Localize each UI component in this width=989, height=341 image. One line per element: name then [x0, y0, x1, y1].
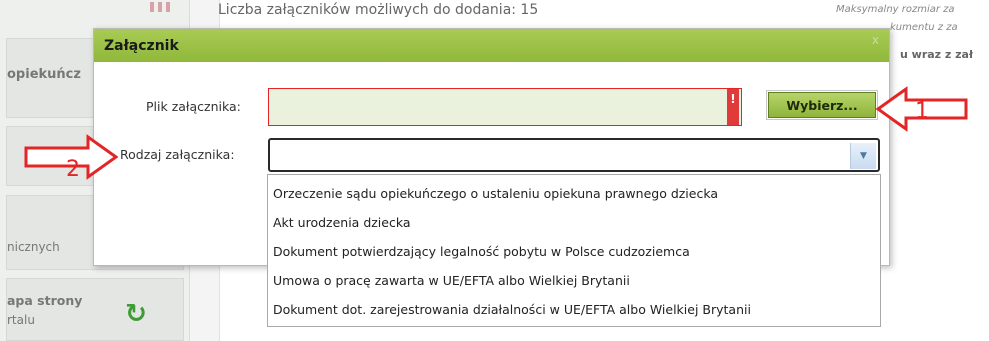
- dropdown-option[interactable]: Orzeczenie sądu opiekuńczego o ustaleniu…: [268, 179, 880, 208]
- type-label: Rodzaj załącznika:: [120, 147, 235, 162]
- dropdown-option[interactable]: Dokument dot. zarejestrowania działalnoś…: [268, 295, 880, 324]
- dialog-header: Załącznik x: [94, 29, 889, 62]
- chevron-down-icon[interactable]: ▼: [850, 143, 876, 169]
- attachment-type-dropdown: Orzeczenie sądu opiekuńczego o ustaleniu…: [267, 174, 881, 327]
- close-icon[interactable]: x: [872, 33, 879, 47]
- annotation-number-2: 2: [66, 157, 80, 182]
- attachment-type-select[interactable]: ▼: [268, 138, 880, 172]
- dropdown-option[interactable]: Umowa o pracę zawarta w UE/EFTA albo Wie…: [268, 266, 880, 295]
- attachments-count-label: Liczba załączników możliwych do dodania:…: [218, 2, 539, 18]
- max-size-note-2: kumentu z za: [890, 22, 958, 33]
- sidebar-item-label: nicznych: [7, 240, 60, 254]
- sidebar-item-label-2: rtalu: [7, 313, 35, 327]
- progress-bars-decoration: [150, 2, 180, 12]
- file-input[interactable]: [268, 88, 742, 126]
- file-label: Plik załącznika:: [146, 99, 241, 114]
- refresh-icon[interactable]: ↻: [122, 300, 150, 328]
- sidebar-item-label: apa strony: [7, 293, 83, 308]
- dropdown-option[interactable]: Akt urodzenia dziecka: [268, 208, 880, 237]
- sidebar-item-sitemap[interactable]: apa strony rtalu: [6, 278, 184, 341]
- error-icon: !: [727, 89, 739, 125]
- dropdown-option[interactable]: Dokument potwierdzający legalność pobytu…: [268, 237, 880, 266]
- choose-file-button[interactable]: Wybierz...: [766, 90, 878, 120]
- background-note: u wraz z zał: [900, 48, 974, 61]
- max-size-note: Maksymalny rozmiar za: [836, 4, 955, 15]
- sidebar-item-label: opiekuńcz: [7, 67, 81, 82]
- annotation-number-1: 1: [915, 99, 929, 124]
- dialog-title: Załącznik: [104, 37, 179, 54]
